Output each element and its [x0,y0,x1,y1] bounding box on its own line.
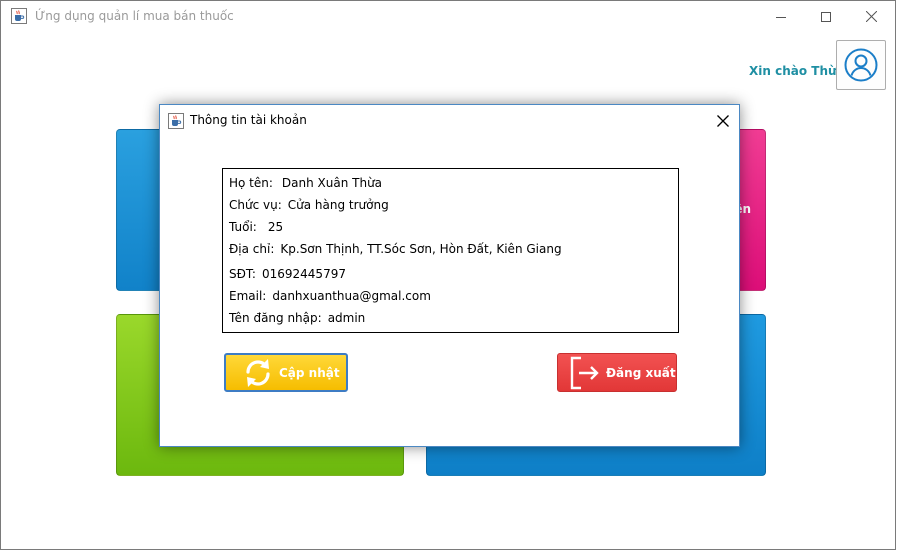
dialog-close-button[interactable] [713,111,733,131]
close-icon [865,11,877,22]
profile-button[interactable] [836,40,886,90]
info-row-address: Địa chỉ: Kp.Sơn Thịnh, TT.Sóc Sơn, Hòn Đấ… [229,242,562,256]
info-value: Kp.Sơn Thịnh, TT.Sóc Sơn, Hòn Đất, Kiên … [280,242,562,256]
account-info-box: Họ tên: Danh Xuân Thừa Chức vụ: Cửa hàng t… [222,168,679,333]
update-button-label: Cập nhật [279,365,340,380]
info-row-position: Chức vụ: Cửa hàng trưởng [229,198,389,212]
greeting-text: Xin chào Thừa [749,64,845,78]
info-row-name: Họ tên: Danh Xuân Thừa [229,176,382,190]
info-label: Địa chỉ: [229,242,275,256]
window-title: Ứng dụng quản lí mua bán thuốc [35,9,234,23]
close-button[interactable] [848,1,894,32]
info-label: Chức vụ: [229,198,282,212]
refresh-icon [246,358,270,387]
dialog-title: Thông tin tài khoản [190,113,307,127]
user-icon [844,48,878,82]
maximize-button[interactable] [803,1,849,32]
minimize-button[interactable] [758,1,804,32]
info-row-email: Email: danhxuanthua@gmal.com [229,289,431,303]
info-value: admin [327,311,366,325]
info-value: 01692445797 [261,267,346,281]
info-value: Cửa hàng trưởng [287,198,389,212]
logout-button-label: Đăng xuất [606,365,676,380]
logout-icon [570,356,599,389]
info-value: 25 [267,220,284,234]
info-label: Email: [229,289,267,303]
info-label: Tuổi: [229,220,257,234]
close-icon [717,115,729,127]
info-label: Họ tên: [229,176,273,190]
main-window: Ứng dụng quản lí mua bán thuốc Xin chào … [0,0,896,550]
update-button[interactable]: Cập nhật [224,353,348,392]
java-cup-icon [168,113,184,129]
maximize-icon [821,11,831,22]
info-value: Danh Xuân Thừa [281,176,383,190]
minimize-icon [776,16,786,18]
account-info-dialog: Thông tin tài khoản Họ tên: Danh Xuân Thừ… [159,104,740,447]
info-row-phone: SĐT: 01692445797 [229,267,346,281]
info-label: SĐT: [229,267,256,281]
logout-button[interactable]: Đăng xuất [557,353,677,392]
info-label: Tên đăng nhập: [229,311,322,325]
info-row-username: Tên đăng nhập: admin [229,311,365,325]
title-bar[interactable]: Ứng dụng quản lí mua bán thuốc [1,1,895,32]
info-value: danhxuanthua@gmal.com [272,289,431,303]
info-row-age: Tuổi: 25 [229,220,283,234]
java-cup-icon [11,8,27,24]
